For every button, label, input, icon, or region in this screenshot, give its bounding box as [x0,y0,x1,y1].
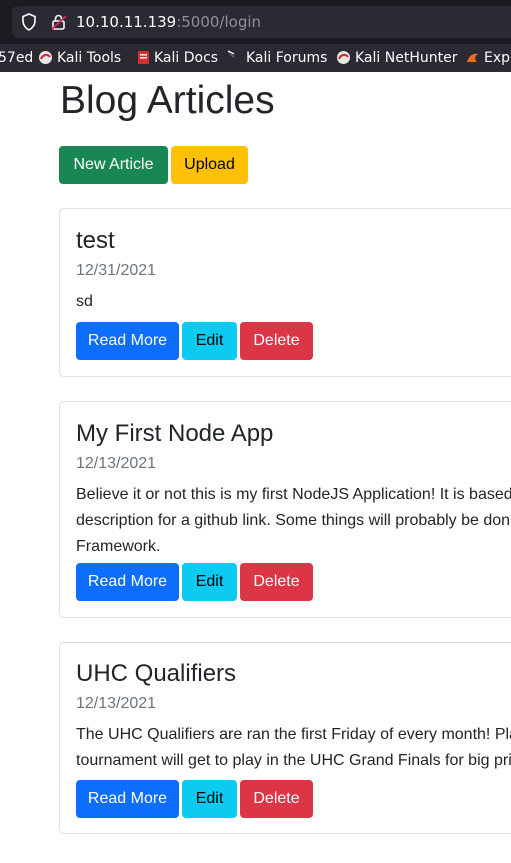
article-summary-line: description for a github link. Some thin… [76,512,511,529]
article-summary-line: tournament will get to play in the UHC G… [76,752,511,769]
article-card: UHC Qualifiers 12/13/2021 The UHC Qualif… [59,642,511,834]
bookmark-label: Kali NetHunter [355,50,458,66]
read-more-button[interactable]: Read More [76,563,179,601]
bookmark-kali-docs[interactable]: Kali Docs [137,49,218,67]
address-bar[interactable]: 10.10.11.139:5000/login [12,6,511,38]
bookmark-label: Expl [484,50,511,66]
url-text[interactable]: 10.10.11.139:5000/login [76,13,261,31]
article-summary: sd [76,289,511,315]
article-summary-line: Believe it or not this is my first NodeJ… [76,486,511,503]
bookmark-label: Kali Tools [57,50,122,66]
url-path: :5000/login [176,13,262,31]
bookmarks-toolbar: 57ed Kali Tools Kali Docs Kali Forums Ka… [0,44,511,72]
article-summary-line: Framework. [76,538,161,555]
article-date: 12/13/2021 [76,695,157,712]
read-more-button[interactable]: Read More [76,322,179,360]
browser-toolbar: 10.10.11.139:5000/login [0,0,511,44]
bookmark-item[interactable]: 57ed [0,49,33,67]
bookmark-kali-tools[interactable]: Kali Tools [38,49,121,67]
delete-button[interactable]: Delete [240,563,313,601]
article-summary: Believe it or not this is my first NodeJ… [76,482,511,560]
article-summary-line: The UHC Qualifiers are ran the first Fri… [76,726,511,743]
shield-icon[interactable] [21,13,37,36]
delete-button[interactable]: Delete [240,780,313,818]
kali-icon [38,50,53,70]
article-date: 12/31/2021 [76,262,157,279]
upload-button[interactable]: Upload [171,146,248,184]
insecure-lock-icon[interactable] [50,13,68,36]
page-title: Blog Articles [60,79,275,122]
bookmark-label: 57ed [0,50,34,66]
exploit-db-icon [465,50,480,70]
edit-button[interactable]: Edit [182,563,237,601]
bookmark-kali-nethunter[interactable]: Kali NetHunter [336,49,457,67]
edit-button[interactable]: Edit [182,780,237,818]
read-more-button[interactable]: Read More [76,780,179,818]
kali-docs-icon [137,50,150,70]
article-card: My First Node App 12/13/2021 Believe it … [59,401,511,618]
article-card: test 12/31/2021 sd Read More Edit Delete [59,208,511,377]
article-summary-line: sd [76,293,93,310]
article-title: UHC Qualifiers [76,660,237,687]
new-article-button[interactable]: New Article [59,146,168,184]
article-summary: The UHC Qualifiers are ran the first Fri… [76,722,511,774]
bookmark-label: Kali Forums [246,50,328,66]
delete-button[interactable]: Delete [240,322,313,360]
article-date: 12/13/2021 [76,455,157,472]
bookmark-kali-forums[interactable]: Kali Forums [226,49,327,67]
article-title: test [76,227,115,254]
edit-button[interactable]: Edit [182,322,237,360]
bookmark-exploit-db[interactable]: Expl [465,49,511,67]
bookmark-label: Kali Docs [154,50,219,66]
article-title: My First Node App [76,420,274,447]
kali-icon [336,50,351,70]
kali-dragon-icon [226,50,242,70]
url-host: 10.10.11.139 [76,13,177,31]
